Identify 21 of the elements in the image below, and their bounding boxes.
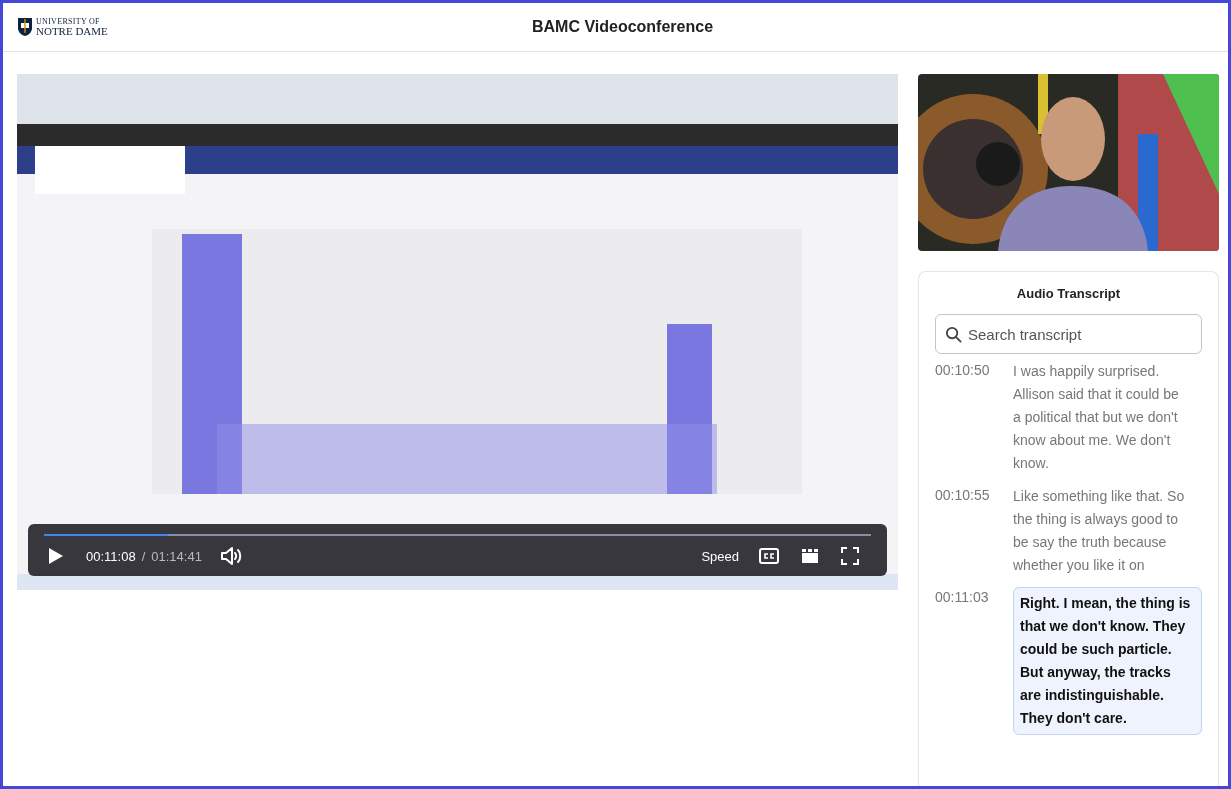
timestamp: 00:10:55 — [935, 486, 991, 505]
time-separator: / — [141, 548, 146, 564]
play-icon — [48, 547, 64, 565]
shield-icon — [17, 17, 33, 37]
panel-title: Audio Transcript — [1016, 286, 1121, 301]
search-field[interactable]: Search transcript — [935, 314, 1202, 354]
logo-text-main: NOTRE DAME — [36, 25, 108, 37]
captions-icon — [759, 548, 779, 564]
page-title: BAMC Videoconference — [531, 18, 714, 36]
transcript-text[interactable]: Like something like that. So the thing is always good to be say the truth because whether you like it on — [1013, 485, 1189, 577]
transcript-text[interactable]: Right. I mean, the thing is that we don't know. They could be such particle. But anyway, the tracks are indistinguishable. They don't care. — [1013, 587, 1202, 735]
timestamp: 00:10:50 — [935, 361, 991, 380]
layout-icon — [801, 548, 819, 564]
logo-text-top: UNIVERSITY OF — [36, 17, 101, 26]
timestamp: 00:11:03 — [935, 588, 990, 607]
speaker-icon — [219, 546, 242, 566]
speed-button[interactable]: Speed — [699, 546, 741, 566]
transcript-text[interactable]: I was happily surprised. Allison said that it could be a political that but we don't know about me. We don't know. — [1013, 360, 1189, 475]
duration: 01:14:41 — [151, 548, 202, 564]
fullscreen-icon — [841, 547, 859, 565]
current-time: 00:11:08 — [86, 548, 136, 564]
